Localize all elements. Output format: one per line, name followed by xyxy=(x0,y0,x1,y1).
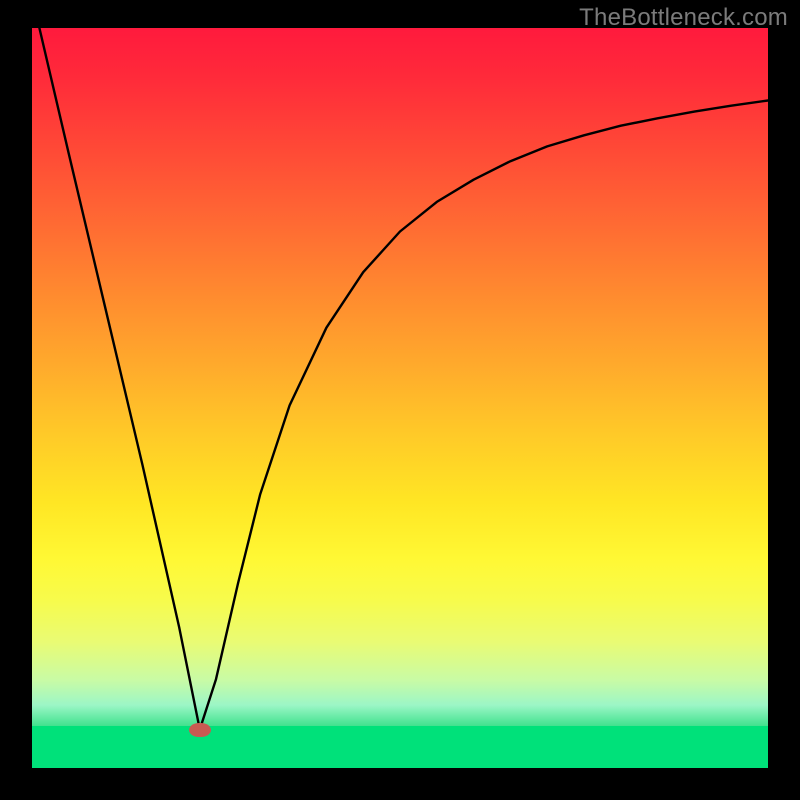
plot-area xyxy=(32,28,768,768)
chart-frame xyxy=(32,28,768,768)
bottleneck-curve xyxy=(32,28,768,768)
curve-path xyxy=(39,28,768,730)
optimal-point-marker xyxy=(189,723,211,737)
